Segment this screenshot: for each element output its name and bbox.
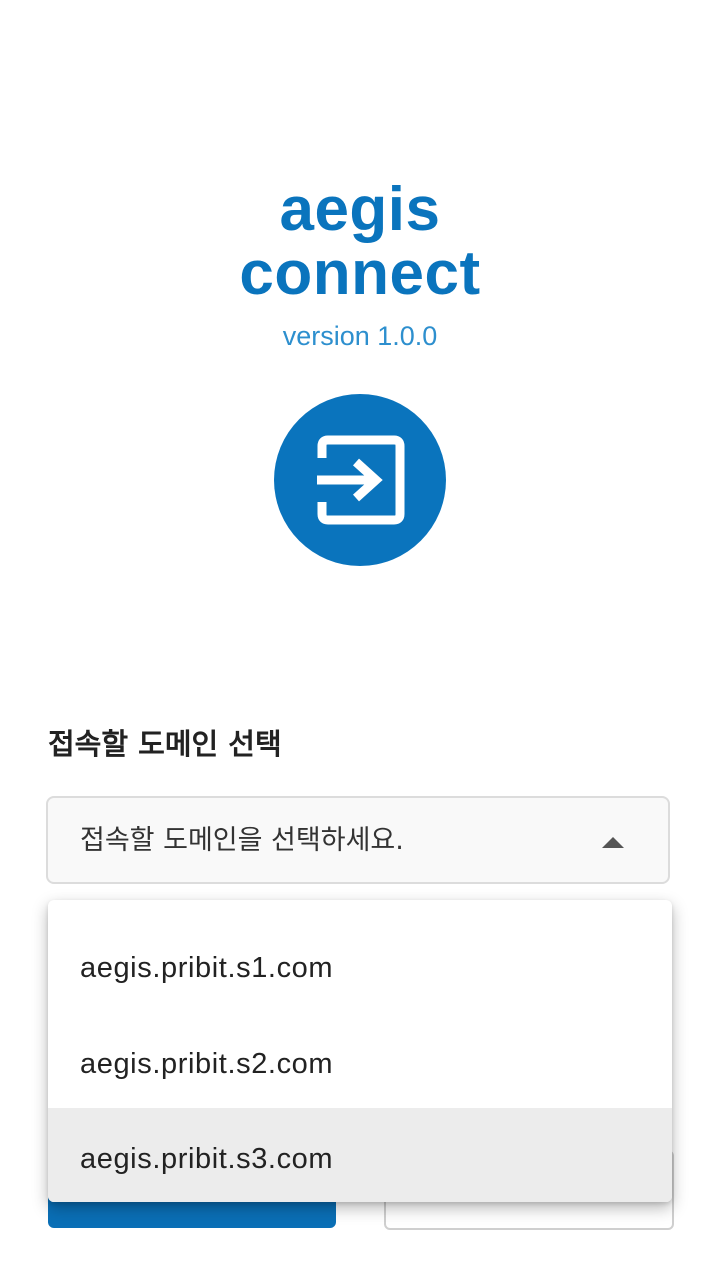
domain-option[interactable]: aegis.pribit.s1.com bbox=[48, 920, 672, 1016]
app-logo: aegis connect bbox=[0, 178, 720, 306]
login-icon-circle bbox=[274, 394, 446, 566]
caret-up-icon bbox=[602, 837, 624, 848]
domain-dropdown-menu: aegis.pribit.s1.com aegis.pribit.s2.com … bbox=[48, 900, 672, 1202]
brand-line-aegis: aegis bbox=[279, 175, 441, 244]
login-arrow-icon bbox=[317, 435, 405, 525]
domain-option-highlighted[interactable]: aegis.pribit.s3.com bbox=[48, 1108, 672, 1202]
domain-option[interactable]: aegis.pribit.s2.com bbox=[48, 1016, 672, 1112]
version-label: version 1.0.0 bbox=[282, 321, 438, 351]
domain-select-label: 접속할 도메인 선택 bbox=[48, 727, 282, 761]
domain-select-placeholder: 접속할 도메인을 선택하세요. bbox=[80, 825, 404, 856]
domain-select[interactable]: 접속할 도메인을 선택하세요. bbox=[46, 796, 670, 884]
app-screen: aegis connect version 1.0.0 접속할 도메인 선택 접… bbox=[0, 0, 720, 1280]
brand-line-connect: connect bbox=[239, 239, 481, 308]
